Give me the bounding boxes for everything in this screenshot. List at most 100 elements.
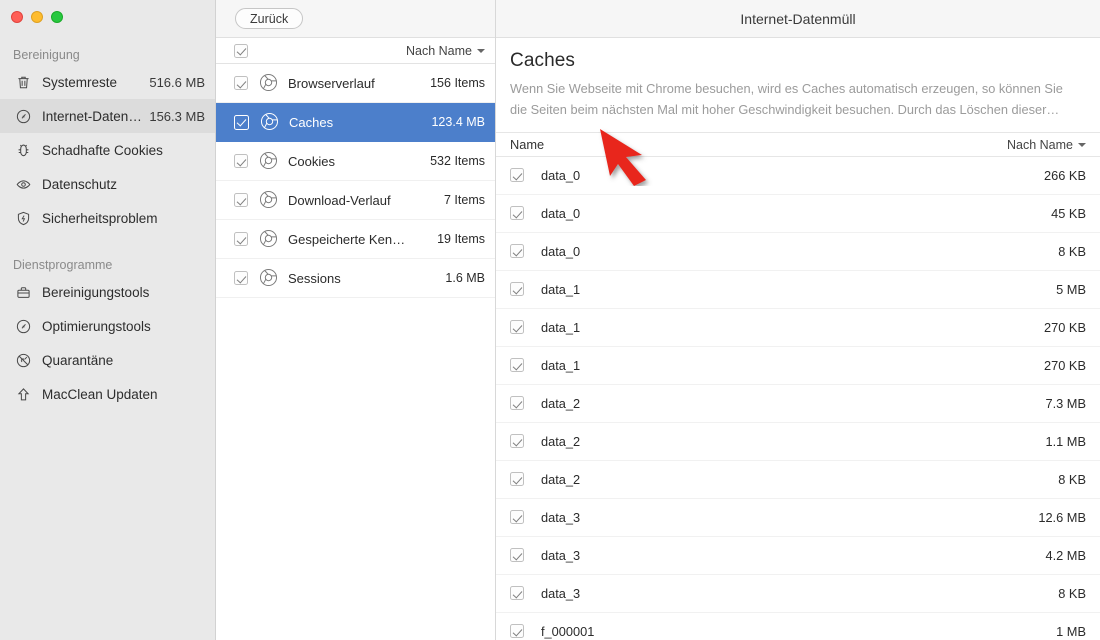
chrome-icon (259, 73, 279, 93)
category-row[interactable]: Browserverlauf 156 Items (216, 64, 495, 103)
file-name: data_2 (541, 471, 581, 487)
row-checkbox[interactable] (510, 244, 524, 259)
file-row[interactable]: data_0 45 KB (496, 195, 1100, 233)
chrome-icon (259, 229, 279, 249)
file-row[interactable]: data_2 7.3 MB (496, 385, 1100, 423)
row-checkbox[interactable] (234, 271, 248, 285)
file-size: 5 MB (1056, 281, 1086, 297)
sidebar-item-bereinigungstools[interactable]: Bereinigungstools (0, 275, 215, 309)
category-row-value: 1.6 MB (445, 271, 485, 285)
file-size: 8 KB (1058, 243, 1086, 259)
chrome-icon (259, 151, 279, 171)
chrome-icon (259, 268, 279, 288)
row-checkbox[interactable] (510, 282, 524, 297)
file-row[interactable]: f_000001 1 MB (496, 613, 1100, 640)
row-checkbox[interactable] (234, 154, 248, 168)
row-checkbox[interactable] (234, 193, 248, 207)
category-row[interactable]: Sessions 1.6 MB (216, 259, 495, 298)
category-row-label: Cookies (288, 153, 335, 169)
column-header-name: Name (510, 137, 545, 153)
quarantine-icon (13, 350, 33, 370)
file-size: 7.3 MB (1045, 395, 1086, 411)
file-row[interactable]: data_1 270 KB (496, 347, 1100, 385)
close-button[interactable] (11, 11, 23, 23)
row-checkbox[interactable] (234, 114, 249, 130)
row-checkbox[interactable] (510, 168, 524, 183)
row-checkbox[interactable] (510, 510, 524, 525)
category-row-value: 7 Items (444, 193, 485, 207)
row-checkbox[interactable] (510, 624, 524, 639)
detail-description: Wenn Sie Webseite mit Chrome besuchen, w… (510, 81, 1063, 117)
category-row-label: Sessions (288, 270, 341, 286)
file-name: data_0 (541, 205, 581, 221)
page-title: Internet-Datenmüll (740, 10, 856, 27)
category-sort-label: Nach Name (406, 43, 472, 58)
sidebar-item-schadhafte-cookies[interactable]: Schadhafte Cookies (0, 133, 215, 167)
file-row[interactable]: data_3 4.2 MB (496, 537, 1100, 575)
sidebar-item-optimierungstools[interactable]: Optimierungstools (0, 309, 215, 343)
category-list-header: Nach Name (216, 38, 495, 64)
sidebar-item-label: Schadhafte Cookies (42, 142, 163, 158)
file-row[interactable]: data_1 5 MB (496, 271, 1100, 309)
zoom-button[interactable] (51, 11, 63, 23)
row-checkbox[interactable] (234, 76, 248, 90)
sidebar-item-datenschutz[interactable]: Datenschutz (0, 167, 215, 201)
sidebar-item-label: Systemreste (42, 74, 118, 90)
row-checkbox[interactable] (510, 320, 524, 335)
row-checkbox[interactable] (510, 358, 524, 373)
file-row[interactable]: data_2 8 KB (496, 461, 1100, 499)
file-row[interactable]: data_3 12.6 MB (496, 499, 1100, 537)
minimize-button[interactable] (31, 11, 43, 23)
category-toolbar: Zurück (216, 0, 495, 38)
category-row-label: Gespeicherte Ken… (288, 231, 406, 247)
file-row[interactable]: data_3 8 KB (496, 575, 1100, 613)
row-checkbox[interactable] (510, 472, 524, 487)
sidebar-item-label: Internet-Datenmüll (42, 108, 144, 124)
toolbox-icon (13, 282, 33, 302)
app-window: Bereinigung Systemreste 516.6 MB Internet-D… (0, 0, 1100, 640)
category-row[interactable]: Gespeicherte Ken… 19 Items (216, 220, 495, 259)
file-sort-label: Nach Name (1007, 137, 1073, 152)
sidebar-section-title: Bereinigung (13, 48, 80, 62)
category-row-value: 19 Items (437, 232, 485, 246)
sidebar-item-macclean-updaten[interactable]: MacClean Updaten (0, 377, 215, 411)
sidebar-item-sicherheitsproblem[interactable]: Sicherheitsproblem (0, 201, 215, 235)
sidebar-item-systemreste[interactable]: Systemreste 516.6 MB (0, 65, 215, 99)
back-button[interactable]: Zurück (235, 8, 304, 29)
sidebar-item-quarant-ne[interactable]: Quarantäne (0, 343, 215, 377)
row-checkbox[interactable] (510, 434, 524, 449)
category-row[interactable]: Cookies 532 Items (216, 142, 495, 181)
file-name: data_3 (541, 547, 581, 563)
category-row[interactable]: Download-Verlauf 7 Items (216, 181, 495, 220)
file-row[interactable]: data_0 266 KB (496, 157, 1100, 195)
category-list: Browserverlauf 156 Items Caches 123.4 MB Coo… (216, 64, 495, 640)
sidebar-item-label: Bereinigungstools (42, 284, 150, 300)
file-size: 266 KB (1044, 167, 1086, 183)
file-row[interactable]: data_2 1.1 MB (496, 423, 1100, 461)
row-checkbox[interactable] (510, 548, 524, 563)
file-row[interactable]: data_1 270 KB (496, 309, 1100, 347)
category-row-label: Caches (289, 114, 334, 130)
row-checkbox[interactable] (510, 396, 524, 411)
select-all-checkbox[interactable] (234, 43, 248, 58)
file-name: data_0 (541, 167, 581, 183)
row-checkbox[interactable] (234, 232, 248, 246)
file-list-header: Name Nach Name (496, 132, 1100, 157)
row-checkbox[interactable] (510, 586, 524, 601)
file-row[interactable]: data_0 8 KB (496, 233, 1100, 271)
category-sort-control[interactable]: Nach Name (406, 44, 485, 58)
sidebar-item-internet-datenm-ll[interactable]: Internet-Datenmüll 156.3 MB (0, 99, 215, 133)
file-size: 270 KB (1044, 319, 1086, 335)
row-checkbox[interactable] (510, 206, 524, 221)
gauge-icon (13, 316, 33, 336)
category-row-label: Download-Verlauf (288, 192, 391, 208)
category-row-value: 123.4 MB (431, 115, 485, 129)
trash-icon (13, 72, 33, 92)
file-size: 45 KB (1051, 205, 1086, 221)
file-size: 1 MB (1056, 623, 1086, 639)
file-sort-control[interactable]: Nach Name (1007, 138, 1086, 152)
detail-panel: Internet-Datenmüll Caches Wenn Sie Webse… (496, 0, 1100, 640)
category-row[interactable]: Caches 123.4 MB (216, 103, 495, 142)
bug-icon (13, 140, 33, 160)
arrow-up-icon (13, 384, 33, 404)
